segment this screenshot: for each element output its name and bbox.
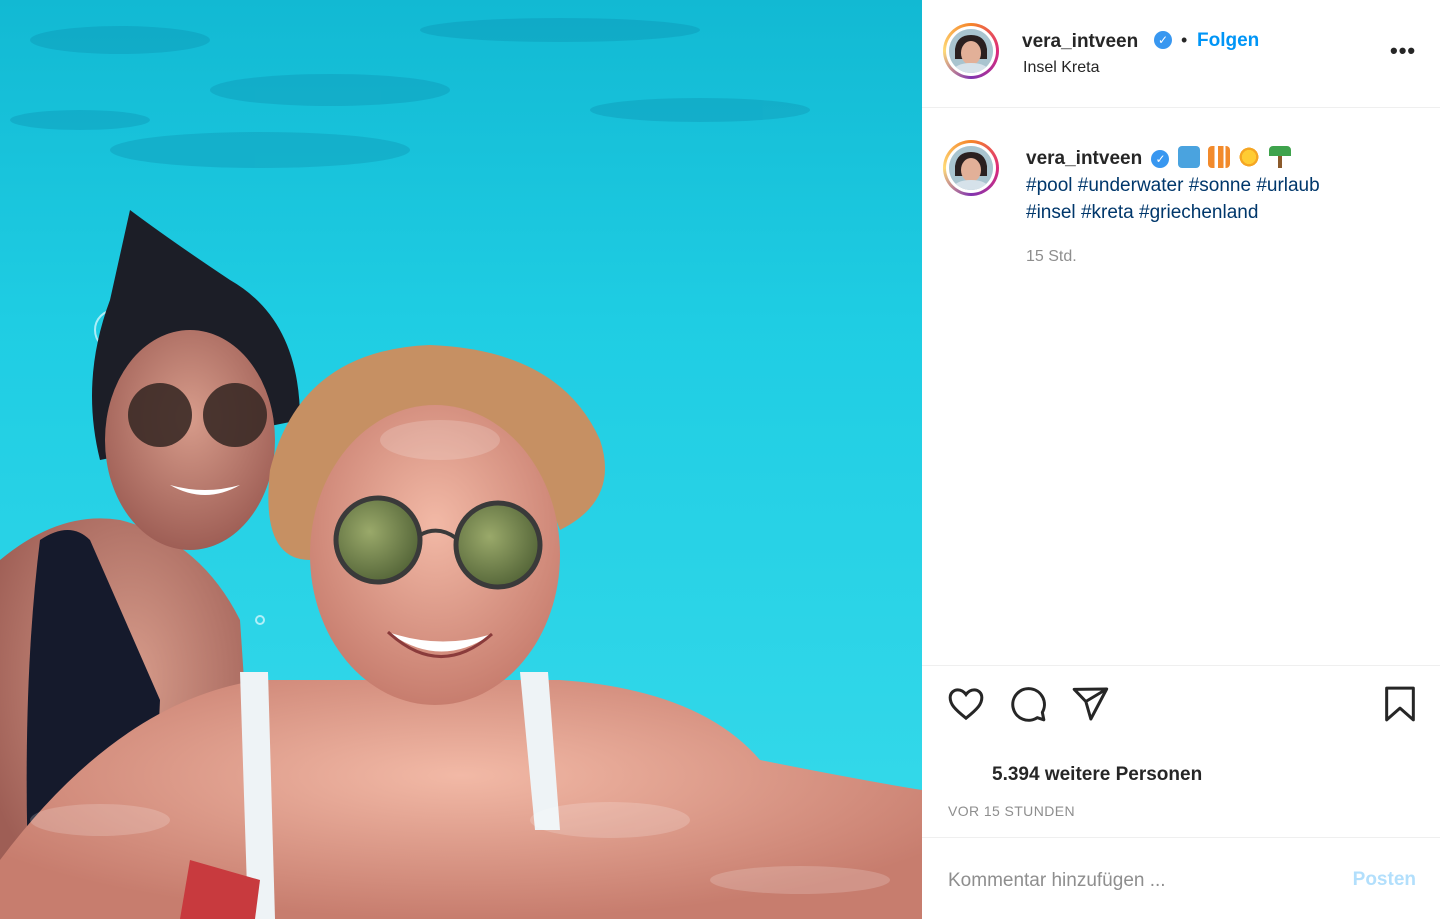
header-separator: • [1181,30,1188,50]
hashtag-link[interactable]: #urlaub [1256,175,1319,196]
palm-tree-emoji-icon [1268,146,1291,168]
fish-emoji-icon [1177,146,1200,168]
post-actions: 5.394 weitere Personen VOR 15 STUNDEN [922,665,1440,838]
caption-hashtags-line-1: #pool #underwater #sonne #urlaub [1026,172,1426,199]
comment-icon[interactable] [1008,684,1048,724]
comment-input[interactable] [946,862,1330,900]
post-caption: vera_intveen ✓ #pool #underwater #sonne … [1026,145,1426,226]
avatar-image [949,29,993,73]
caption-time[interactable]: 15 Std. [1026,248,1077,266]
post-photo[interactable] [0,0,922,919]
hashtag-link[interactable]: #pool [1026,175,1073,196]
share-icon[interactable] [1070,684,1110,724]
post-header: vera_intveen ✓ • Folgen Insel Kreta ••• [922,0,1440,108]
hashtag-link[interactable]: #insel [1026,202,1076,223]
underwater-photo-illustration [0,0,922,919]
tropical-fish-emoji-icon [1208,146,1231,168]
post-comment-button[interactable]: Posten [1353,869,1416,891]
caption-line-1: vera_intveen ✓ [1026,145,1426,172]
post-timestamp[interactable]: VOR 15 STUNDEN [948,803,1075,819]
hashtag-link[interactable]: #underwater [1078,175,1184,196]
heart-icon[interactable] [946,684,986,724]
avatar-image [949,146,993,190]
sun-emoji-icon [1238,146,1261,168]
more-horizontal-icon[interactable]: ••• [1390,38,1416,64]
caption-hashtags-line-2: #insel #kreta #griechenland [1026,199,1426,226]
hashtag-link[interactable]: #griechenland [1139,202,1258,223]
likes-count[interactable]: 5.394 weitere Personen [992,764,1202,786]
verified-badge-icon: ✓ [1151,150,1170,168]
caption-username[interactable]: vera_intveen [1026,148,1142,169]
post-location[interactable]: Insel Kreta [1023,59,1099,77]
follow-button[interactable]: Folgen [1197,30,1259,52]
comment-bar: Posten [922,837,1440,920]
bookmark-icon[interactable] [1380,684,1420,724]
post-side-panel: vera_intveen ✓ • Folgen Insel Kreta ••• … [922,0,1440,919]
caption-avatar[interactable] [943,140,999,196]
header-username[interactable]: vera_intveen [1022,31,1138,53]
avatar[interactable] [943,23,999,79]
verified-badge-icon: ✓ [1154,31,1172,49]
hashtag-link[interactable]: #sonne [1189,175,1251,196]
hashtag-link[interactable]: #kreta [1081,202,1134,223]
